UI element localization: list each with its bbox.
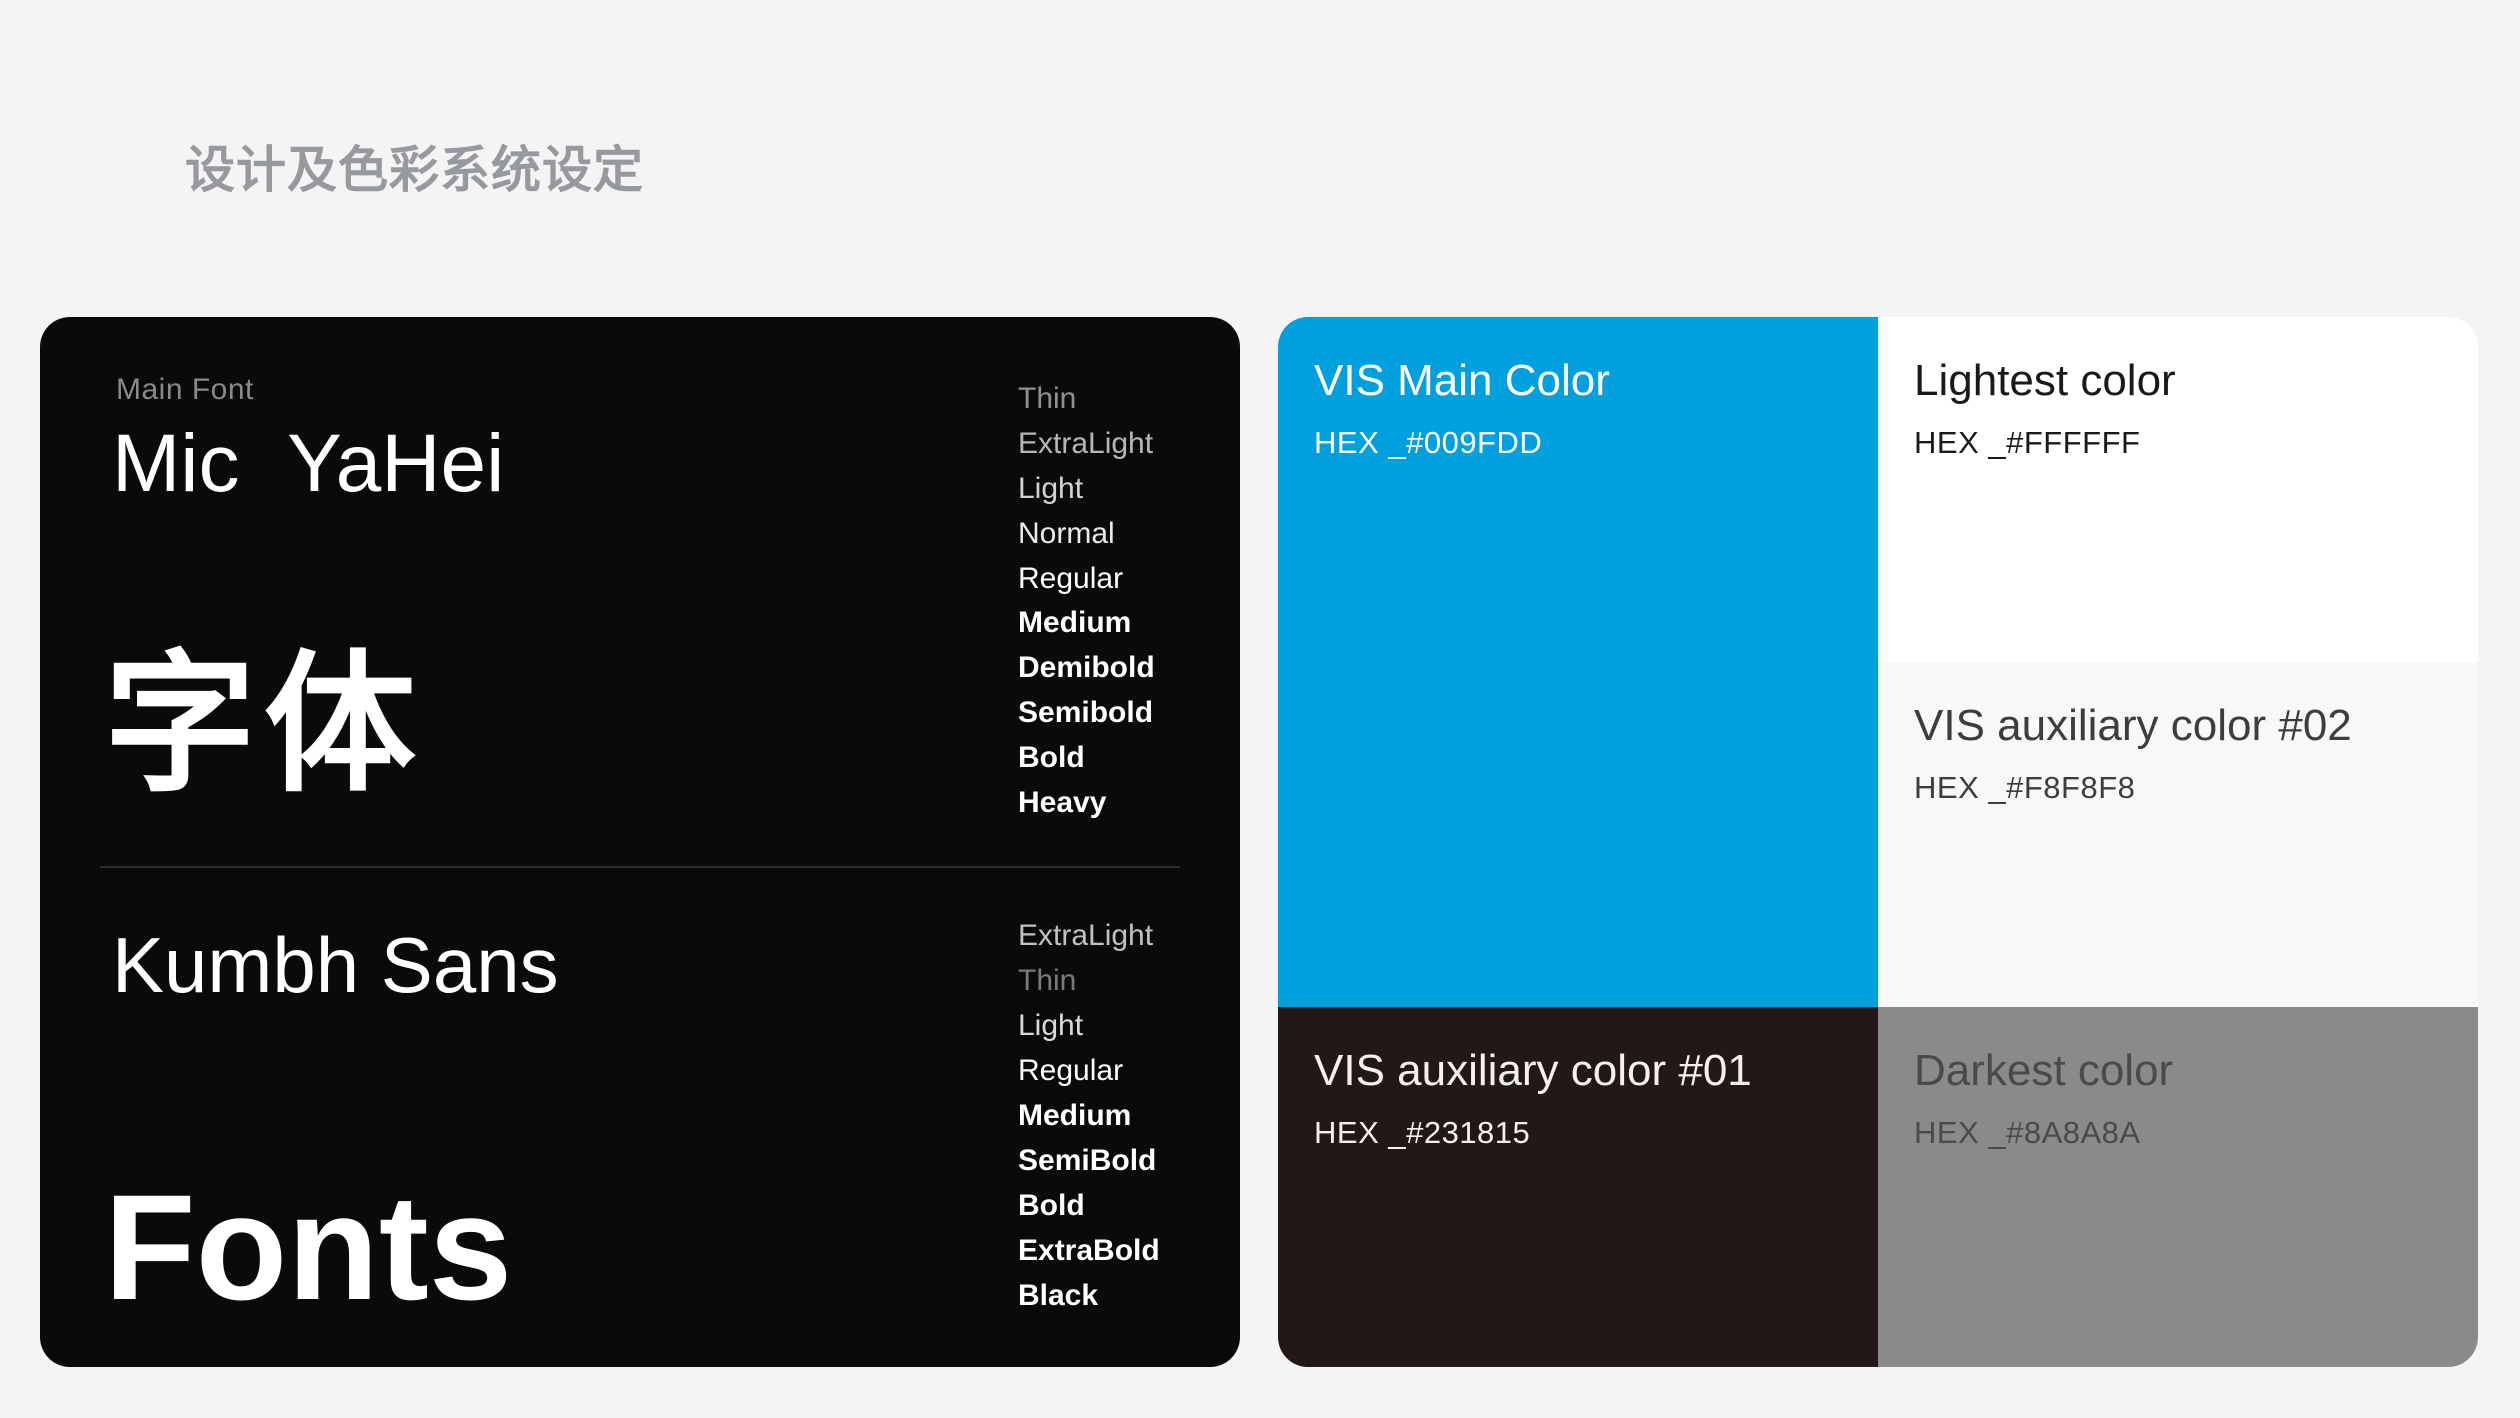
color-panel: VIS Main Color HEX _#009FDD Lightest col… — [1278, 317, 2478, 1367]
weight-label-normal: Normal — [1018, 511, 1155, 556]
weight-label-semibold: SemiBold — [1018, 1138, 1160, 1183]
weight-label-demibold: Demibold — [1018, 646, 1155, 691]
weight-label-extrabold: ExtraBold — [1018, 1228, 1160, 1273]
weight-label-bold: Bold — [1018, 735, 1155, 780]
swatch-name: VIS auxiliary color #02 — [1914, 700, 2352, 753]
weight-label-semibold: Semibold — [1018, 691, 1155, 736]
weight-label-light: Light — [1018, 467, 1155, 512]
swatch-name: Darkest color — [1914, 1045, 2173, 1098]
swatch-name: Lightest color — [1914, 355, 2176, 408]
swatch-darkest-color: Darkest color HEX _#8A8A8A — [1878, 1007, 2478, 1367]
design-spec-page: 设计及色彩系统设定 Main Font Mic YaHei 字体 Thin Ex… — [0, 0, 2520, 1418]
weight-label-medium: Medium — [1018, 1093, 1160, 1138]
swatch-hex-value: HEX _#8A8A8A — [1914, 1115, 2141, 1151]
weight-label-thin: Thin — [1018, 958, 1160, 1003]
weight-label-medium: Medium — [1018, 601, 1155, 646]
weight-label-bold: Bold — [1018, 1183, 1160, 1228]
swatch-hex-value: HEX _#F8F8F8 — [1914, 770, 2135, 806]
weight-label-regular: Regular — [1018, 556, 1155, 601]
weight-label-extralight: ExtraLight — [1018, 422, 1155, 467]
main-font-label: Main Font — [116, 373, 254, 407]
swatch-auxiliary-color-02: VIS auxiliary color #02 HEX _#F8F8F8 — [1878, 662, 2478, 1007]
page-title: 设计及色彩系统设定 — [185, 130, 644, 202]
swatch-hex-value: HEX _#FFFFFF — [1914, 425, 2140, 461]
swatch-auxiliary-color-01: VIS auxiliary color #01 HEX _#231815 — [1278, 1007, 1878, 1367]
weight-label-light: Light — [1018, 1003, 1160, 1048]
weight-label-regular: Regular — [1018, 1048, 1160, 1093]
main-font-name: Mic YaHei — [112, 419, 504, 509]
weight-label-heavy: Heavy — [1018, 780, 1155, 825]
swatch-name: VIS Main Color — [1314, 355, 1610, 408]
swatch-name: VIS auxiliary color #01 — [1314, 1045, 1752, 1098]
divider — [100, 866, 1180, 868]
swatch-lightest-color: Lightest color HEX _#FFFFFF — [1878, 317, 2478, 662]
swatch-vis-main-color: VIS Main Color HEX _#009FDD — [1278, 317, 1878, 1007]
typography-panel: Main Font Mic YaHei 字体 Thin ExtraLight L… — [40, 317, 1240, 1367]
swatch-hex-value: HEX _#009FDD — [1314, 425, 1542, 461]
swatch-hex-value: HEX _#231815 — [1314, 1115, 1530, 1151]
weight-label-black: Black — [1018, 1273, 1160, 1318]
secondary-font-sample: Fonts — [104, 1165, 512, 1330]
secondary-font-weights-list: ExtraLight Thin Light Regular Medium Sem… — [1018, 913, 1160, 1318]
main-font-weights-list: Thin ExtraLight Light Normal Regular Med… — [1018, 377, 1155, 825]
secondary-font-name: Kumbh Sans — [112, 923, 559, 1009]
weight-label-extralight: ExtraLight — [1018, 913, 1160, 958]
main-font-cjk-sample: 字体 — [104, 649, 424, 801]
weight-label-thin: Thin — [1018, 377, 1155, 422]
